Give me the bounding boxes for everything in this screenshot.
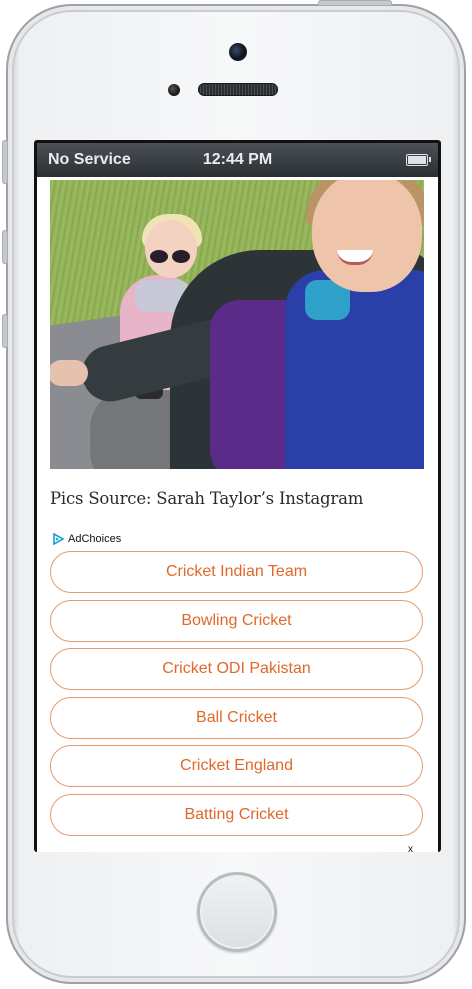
- volume-up-button: [2, 230, 8, 264]
- volume-down-button: [2, 314, 8, 348]
- battery-icon: [406, 154, 431, 166]
- adchoices-link[interactable]: AdChoices: [52, 531, 121, 547]
- home-button[interactable]: [197, 872, 277, 952]
- power-button: [318, 0, 392, 6]
- mute-switch: [2, 140, 8, 184]
- status-bar: No Service 12:44 PM: [37, 143, 438, 178]
- ad-link-button[interactable]: Cricket ODI Pakistan: [50, 648, 423, 690]
- front-camera: [229, 43, 247, 61]
- ad-link-button[interactable]: Bowling Cricket: [50, 599, 423, 642]
- proximity-sensor: [168, 84, 180, 96]
- article-photo: [50, 180, 424, 469]
- ad-link-button[interactable]: Ball Cricket: [50, 696, 423, 739]
- ad-links-list: Cricket Indian Team Bowling Cricket Cric…: [50, 551, 423, 842]
- earpiece-speaker: [198, 83, 278, 96]
- adchoices-label: AdChoices: [68, 533, 122, 545]
- web-content[interactable]: Pics Source: Sarah Taylor’s Instagram Ad…: [37, 177, 438, 852]
- ad-close-icon[interactable]: x: [408, 844, 413, 855]
- ad-link-button[interactable]: Batting Cricket: [50, 793, 423, 836]
- photo-caption: Pics Source: Sarah Taylor’s Instagram: [50, 489, 364, 508]
- ad-link-button[interactable]: Cricket England: [50, 745, 423, 787]
- ad-link-button[interactable]: Cricket Indian Team: [50, 551, 423, 593]
- adchoices-icon: [53, 533, 64, 545]
- clock: 12:44 PM: [202, 151, 273, 168]
